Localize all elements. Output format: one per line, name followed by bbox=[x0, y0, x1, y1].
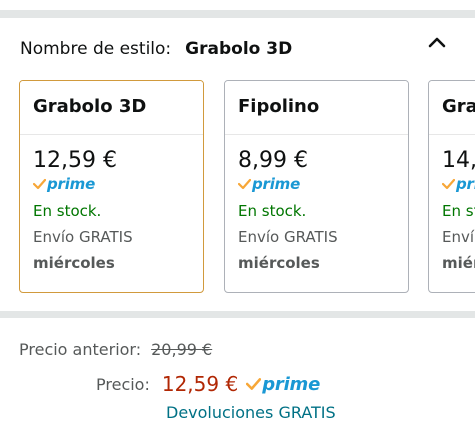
option-price: 14, bbox=[442, 148, 475, 173]
current-price-label: Precio: bbox=[96, 374, 150, 394]
section-divider-top bbox=[0, 10, 475, 18]
chevron-up-icon[interactable] bbox=[426, 34, 448, 50]
option-stock-status: En st bbox=[442, 202, 475, 220]
option-price: 8,99 € bbox=[238, 148, 308, 173]
style-selected-value: Grabolo 3D bbox=[185, 39, 293, 59]
option-delivery-day: miércoles bbox=[238, 254, 320, 272]
current-price-value: 12,59 € bbox=[161, 372, 239, 396]
free-returns-link[interactable]: Devoluciones GRATIS bbox=[166, 403, 336, 422]
prime-check-icon bbox=[442, 178, 455, 190]
previous-price-row: Precio anterior: 20,99 € bbox=[19, 340, 212, 359]
prime-badge: prime bbox=[246, 374, 320, 395]
prime-text: pri bbox=[456, 175, 475, 193]
current-price-row: Precio: 12,59 € prime bbox=[96, 372, 320, 396]
prime-check-icon bbox=[246, 378, 262, 390]
prime-badge: prime bbox=[33, 175, 95, 193]
style-option-card-partial[interactable]: Gra 14, pri En st Enví miérc bbox=[428, 80, 475, 293]
style-label: Nombre de estilo: bbox=[20, 39, 172, 59]
prime-badge: prime bbox=[238, 175, 300, 193]
prime-check-icon bbox=[33, 178, 46, 190]
style-options-carousel[interactable]: Grabolo 3D 12,59 € prime En stock. Envío… bbox=[0, 80, 475, 294]
option-delivery-day: miérc bbox=[442, 254, 475, 272]
prime-text: prime bbox=[262, 373, 321, 395]
option-name: Grabolo 3D bbox=[20, 81, 203, 135]
option-stock-status: En stock. bbox=[33, 202, 102, 220]
prime-text: prime bbox=[252, 175, 301, 193]
style-option-card-fipolino[interactable]: Fipolino 8,99 € prime En stock. Envío GR… bbox=[224, 80, 409, 293]
style-selector-header[interactable]: Nombre de estilo: Grabolo 3D bbox=[20, 36, 292, 62]
option-shipping: Enví bbox=[442, 228, 475, 246]
prime-text: prime bbox=[47, 175, 96, 193]
style-option-card-grabolo-3d[interactable]: Grabolo 3D 12,59 € prime En stock. Envío… bbox=[19, 80, 204, 293]
option-stock-status: En stock. bbox=[238, 202, 307, 220]
option-name: Gra bbox=[429, 81, 475, 135]
previous-price-label: Precio anterior: bbox=[19, 340, 142, 359]
option-delivery-day: miércoles bbox=[33, 254, 115, 272]
section-divider-middle bbox=[0, 311, 475, 318]
previous-price-value: 20,99 € bbox=[151, 340, 213, 359]
prime-check-icon bbox=[238, 178, 251, 190]
option-name: Fipolino bbox=[225, 81, 408, 135]
option-shipping: Envío GRATIS bbox=[33, 228, 133, 246]
option-price: 12,59 € bbox=[33, 148, 117, 173]
option-shipping: Envío GRATIS bbox=[238, 228, 338, 246]
prime-badge: pri bbox=[442, 175, 475, 193]
